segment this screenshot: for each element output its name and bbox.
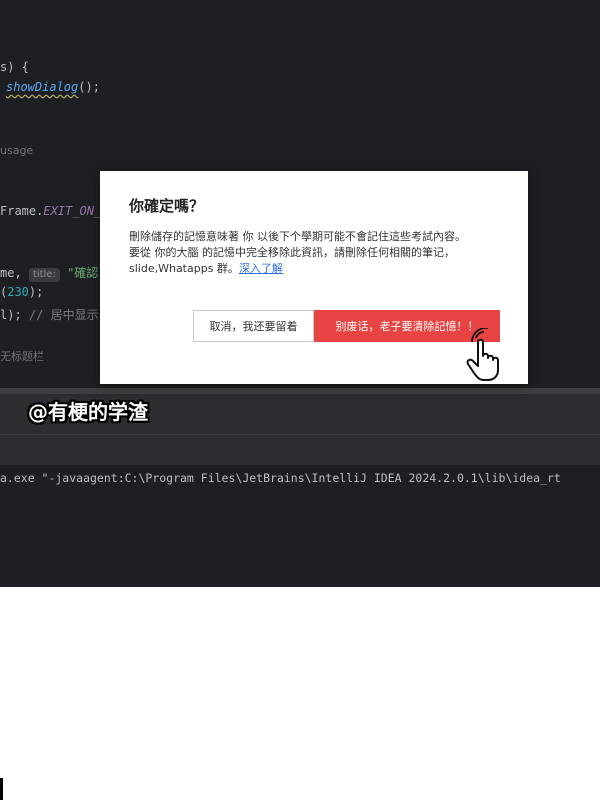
parameter-hint: title: <box>28 268 60 282</box>
code-line: l); // 居中显示 <box>0 306 99 323</box>
constant: EXIT_ON_ <box>43 204 102 218</box>
code-text: ); <box>28 285 44 299</box>
cancel-button[interactable]: 取消，我还要留着 <box>193 310 314 342</box>
number-literal: 230 <box>7 285 29 299</box>
code-line: Frame.EXIT_ON_ <box>0 204 101 218</box>
edge-mark <box>0 778 3 800</box>
code-text: s) { <box>0 60 29 74</box>
code-line: me, title: "確認" <box>0 264 106 282</box>
learn-more-link[interactable]: 深入了解 <box>239 262 283 275</box>
dialog-message-line: slide,Whatapps 群。深入了解 <box>129 261 509 277</box>
dialog-message-line: 刪除儲存的記憶意味著 你 以後下个學期可能不會記住這些考試內容。 <box>129 230 466 243</box>
code-text: Frame. <box>0 204 44 218</box>
console-output[interactable]: a.exe "-javaagent:C:\Program Files\JetBr… <box>0 465 600 587</box>
code-text: me, <box>0 266 29 280</box>
watermark: @有梗的学渣 <box>28 400 148 424</box>
dialog-message-text: slide,Whatapps 群。 <box>129 262 239 275</box>
dialog-title: 你確定嗎？ <box>129 197 205 215</box>
code-text: (); <box>78 80 100 94</box>
dialog-message-line: 要從 你的大腦 的記憶中完全移除此資訊，請刪除任何相關的筆记， <box>129 246 455 259</box>
hand-pointer-click-icon <box>466 328 499 381</box>
dialog-message: 刪除儲存的記憶意味著 你 以後下个學期可能不會記住這些考試內容。 要從 你的大腦… <box>129 229 509 277</box>
code-line: (230); <box>0 285 43 299</box>
code-comment: // 居中显示 <box>28 308 99 322</box>
console-command-line: a.exe "-javaagent:C:\Program Files\JetBr… <box>0 471 561 485</box>
code-line: showDialog(); <box>0 80 100 94</box>
code-line: s) { <box>0 60 29 74</box>
code-text: l); <box>0 308 22 322</box>
method-call: showDialog <box>6 80 79 94</box>
console-header <box>0 435 600 465</box>
usage-hint[interactable]: usage <box>0 144 33 157</box>
untitled-hint: 无标题栏 <box>0 350 44 363</box>
